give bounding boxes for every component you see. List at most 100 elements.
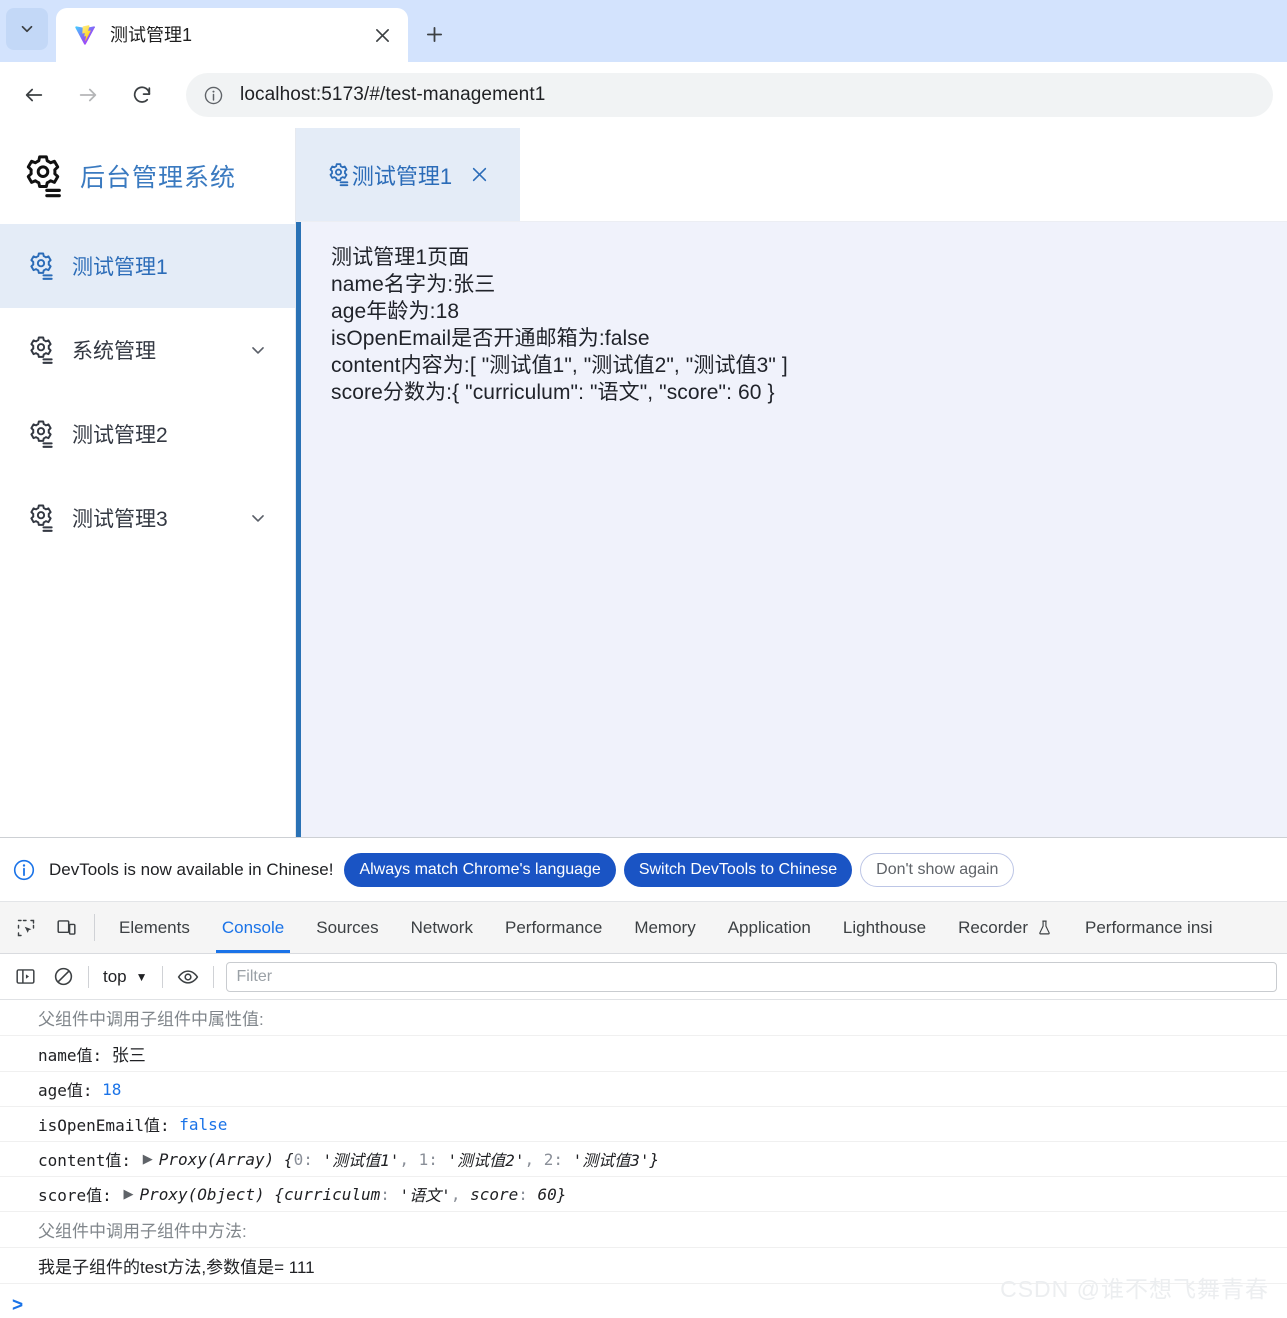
console-prompt[interactable]: >	[0, 1284, 1287, 1318]
page-line: age年龄为:18	[331, 300, 460, 323]
back-button[interactable]	[12, 73, 56, 117]
reload-button[interactable]	[120, 73, 164, 117]
object-key: curriculum	[283, 1184, 381, 1204]
log-value: 张三	[111, 1046, 146, 1065]
cursor-select-icon	[17, 919, 35, 936]
app-tab-test-management-1[interactable]: 测试管理1	[296, 128, 520, 221]
gear-logo-icon	[26, 155, 61, 198]
device-toolbar-icon[interactable]	[46, 902, 86, 953]
execution-context-select[interactable]: top ▼	[95, 967, 156, 987]
dont-show-again-button[interactable]: Don't show again	[860, 852, 1015, 887]
console-log-row[interactable]: name值: 张三	[0, 1036, 1287, 1072]
site-info-icon[interactable]	[202, 84, 224, 106]
sidebar-item-system-management[interactable]: 系统管理	[0, 308, 295, 392]
devtools-tab-network[interactable]: Network	[395, 902, 489, 953]
page-line: score分数为:{ "curriculum": "语文", "score": …	[331, 381, 775, 404]
divider	[161, 965, 163, 988]
app-tab-label: 测试管理1	[351, 163, 453, 189]
chevron-down-icon[interactable]	[247, 339, 269, 361]
forward-button[interactable]	[66, 73, 110, 117]
brand-title: 后台管理系统	[80, 164, 237, 192]
new-tab-button[interactable]	[416, 16, 452, 52]
sidebar-menu: 测试管理1 系统管理 测试管理2 测试管理3	[0, 224, 295, 560]
sidebar-item-label: 测试管理2	[72, 424, 168, 447]
app-tab-close-icon[interactable]	[468, 164, 490, 186]
proxy-constructor: Proxy(Array)	[158, 1149, 275, 1169]
app-tab-bar: 测试管理1	[296, 128, 1287, 222]
devtools-tab-sources[interactable]: Sources	[300, 902, 394, 953]
log-key: content值:	[38, 1151, 141, 1170]
console-log-list: 父组件中调用子组件中属性值: name值: 张三 age值: 18 isOpen…	[0, 1000, 1287, 1318]
devtools-tab-recorder[interactable]: Recorder	[942, 902, 1069, 953]
devtools-tab-performance[interactable]: Performance	[489, 902, 618, 953]
console-log-row[interactable]: age值: 18	[0, 1072, 1287, 1107]
arrow-right-icon	[79, 88, 97, 102]
console-log-row[interactable]: 父组件中调用子组件中方法:	[0, 1212, 1287, 1248]
console-log-row[interactable]: 我是子组件的test方法,参数值是= 111	[0, 1248, 1287, 1284]
log-key: age值:	[38, 1081, 103, 1100]
console-filter-placeholder: Filter	[236, 967, 273, 985]
chevron-down-icon[interactable]	[247, 507, 269, 529]
devtools-tab-application[interactable]: Application	[712, 902, 827, 953]
toggle-sidebar-icon[interactable]	[6, 958, 44, 996]
reload-icon	[133, 86, 151, 103]
always-match-language-button[interactable]: Always match Chrome's language	[344, 852, 616, 887]
banner-message: DevTools is now available in Chinese!	[49, 859, 334, 879]
brand-header: 后台管理系统	[0, 128, 295, 224]
expand-triangle-icon[interactable]: ▶	[123, 1186, 133, 1202]
sidebar-item-test-management-2[interactable]: 测试管理2	[0, 392, 295, 476]
browser-tab[interactable]: 测试管理1	[56, 8, 408, 62]
sidebar-panel-icon	[15, 969, 35, 984]
object-value: '语文'	[399, 1186, 451, 1205]
console-filter-input[interactable]: Filter	[225, 961, 1277, 992]
tab-search-button[interactable]	[6, 8, 48, 50]
log-value: 18	[102, 1079, 122, 1099]
tabstrip: 测试管理1	[0, 0, 1287, 62]
console-log-row-proxy-object[interactable]: score值: ▶ Proxy(Object) {curriculum: '语文'…	[0, 1177, 1287, 1212]
chevron-down-icon	[21, 25, 33, 33]
gear-icon	[329, 163, 349, 187]
sidebar-item-test-management-3[interactable]: 测试管理3	[0, 476, 295, 560]
tab-close-icon[interactable]	[368, 21, 396, 49]
devtools-tab-recorder-label: Recorder	[958, 917, 1028, 937]
devtools-tab-console[interactable]: Console	[206, 902, 300, 953]
devtools-language-banner: DevTools is now available in Chinese! Al…	[0, 838, 1287, 902]
console-log-row-proxy-array[interactable]: content值: ▶ Proxy(Array) {0: '测试值1', 1: '…	[0, 1142, 1287, 1177]
sidebar-item-label: 系统管理	[72, 340, 156, 363]
device-mode-icon	[56, 920, 76, 935]
divider	[94, 914, 95, 941]
inspect-element-icon[interactable]	[6, 902, 46, 953]
divider	[212, 965, 214, 988]
live-expression-icon[interactable]	[169, 958, 207, 996]
page-line: 测试管理1页面	[331, 246, 470, 269]
devtools-tab-bar: Elements Console Sources Network Perform…	[0, 902, 1287, 954]
array-index: 1	[418, 1149, 429, 1169]
expand-triangle-icon[interactable]: ▶	[143, 1151, 153, 1167]
devtools-tab-performance-insights[interactable]: Performance insi	[1069, 902, 1229, 953]
proxy-constructor: Proxy(Object)	[139, 1184, 265, 1204]
info-circle-glyph	[13, 859, 35, 880]
info-circle-icon	[204, 86, 222, 104]
browser-toolbar: localhost:5173/#/test-management1	[0, 62, 1287, 128]
sidebar-item-label: 测试管理3	[72, 508, 168, 531]
sidebar-item-test-management-1[interactable]: 测试管理1	[0, 224, 295, 308]
gear-icon	[30, 420, 53, 448]
gear-icon	[30, 252, 53, 280]
eye-icon	[177, 969, 198, 984]
info-icon	[12, 858, 36, 882]
switch-to-chinese-button[interactable]: Switch DevTools to Chinese	[623, 852, 853, 887]
devtools-tab-elements[interactable]: Elements	[103, 902, 206, 953]
page-viewport: 后台管理系统 测试管理1 系统管理 测试管理2 测试管理3 测试管理1 测试管理…	[0, 128, 1287, 837]
chevron-down-icon: ▼	[135, 969, 148, 984]
console-log-row[interactable]: isOpenEmail值: false	[0, 1107, 1287, 1142]
plus-icon	[426, 26, 442, 42]
clear-console-icon[interactable]	[44, 958, 82, 996]
console-log-row[interactable]: 父组件中调用子组件中属性值:	[0, 1000, 1287, 1036]
devtools-tab-memory[interactable]: Memory	[618, 902, 711, 953]
address-bar[interactable]: localhost:5173/#/test-management1	[186, 73, 1273, 117]
close-icon	[472, 167, 486, 182]
page-content: 测试管理1页面 name名字为:张三 age年龄为:18 isOpenEmail…	[296, 222, 1287, 837]
devtools-tab-lighthouse[interactable]: Lighthouse	[827, 902, 942, 953]
sidebar-item-label: 测试管理1	[72, 256, 168, 279]
array-index: 2	[543, 1149, 554, 1169]
